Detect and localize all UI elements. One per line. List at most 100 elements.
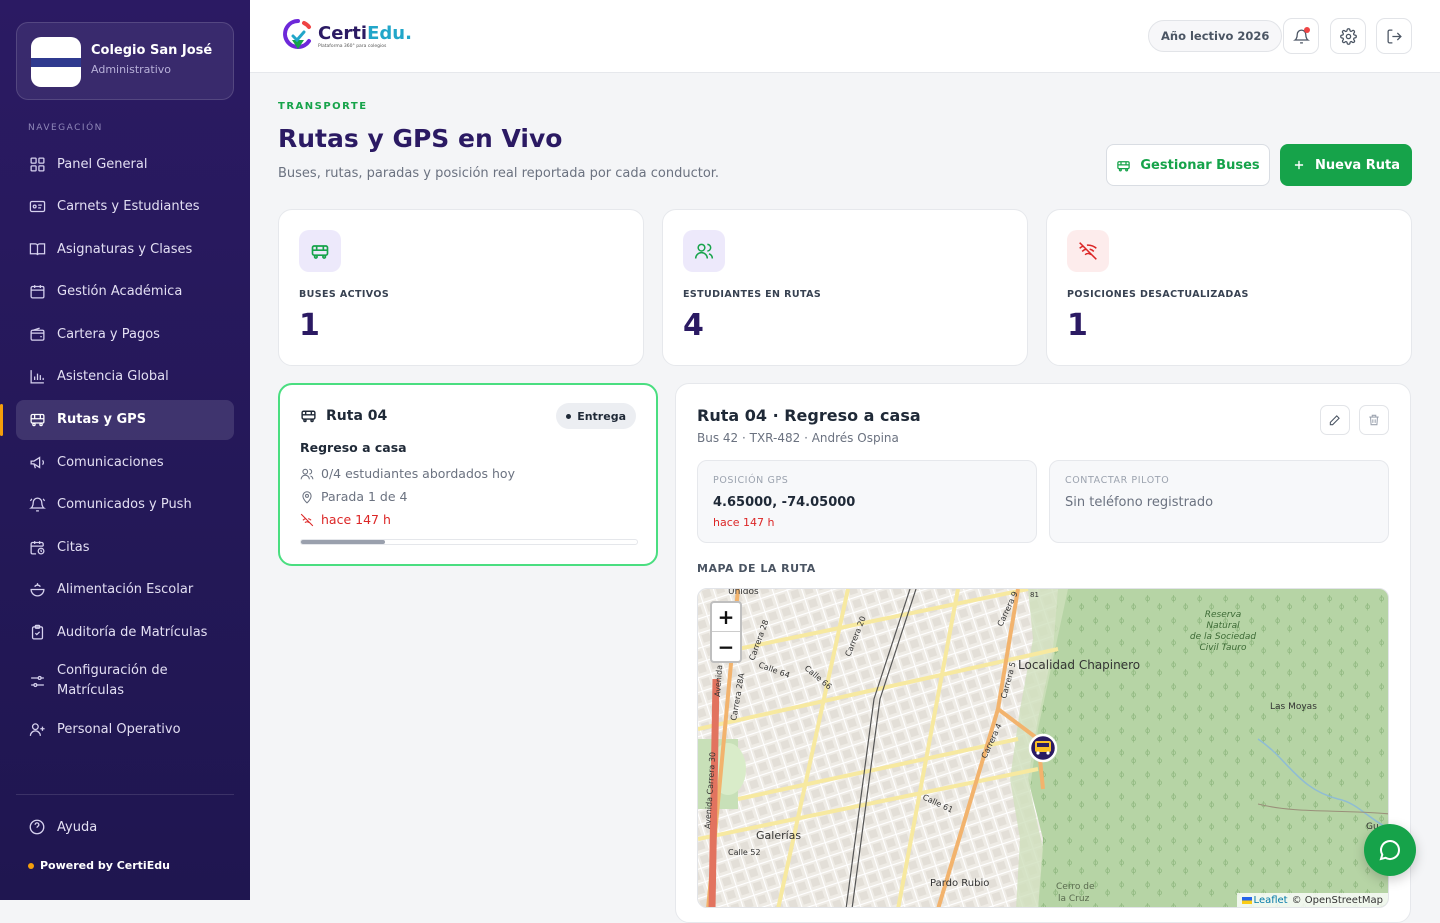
detail-subtitle: Bus 42 · TXR-482 · Andrés Ospina [697,431,899,445]
sidebar-item-label: Auditoría de Matrículas [57,625,208,641]
chat-bubble-icon [1379,840,1401,861]
map-label-reserva-4: Civil Tauro [1200,643,1247,653]
map-pin-icon [302,490,312,504]
sidebar-item-auditoria[interactable]: Auditoría de Matrículas [16,613,234,653]
notifications-button[interactable] [1283,18,1319,54]
brand-logo[interactable]: CertiEdu. Plataforma 360° para colegios [282,18,412,54]
school-switcher[interactable]: Colegio San José Administrativo [16,22,234,100]
sidebar-item-label: Citas [57,539,90,555]
stat-label: BUSES ACTIVOS [299,289,390,300]
school-year-selector[interactable]: Año lectivo 2026 [1148,20,1283,52]
map-heading: MAPA DE LA RUTA [697,562,816,575]
sidebar-item-label: Cartera y Pagos [57,326,160,342]
zoom-in-button[interactable]: + [712,603,740,632]
trash-icon [1369,414,1379,426]
route-progress-fill [301,540,385,544]
route-map[interactable]: ϕ ϕ [697,588,1389,908]
sidebar-item-label: Gestión Académica [57,284,183,300]
user-plus-icon [28,721,46,739]
sidebar-item-cartera[interactable]: Cartera y Pagos [16,314,234,354]
gps-position-box: POSICIÓN GPS 4.65000, -74.05000 hace 147… [697,460,1037,543]
map-label-chapinero: Localidad Chapinero [1018,658,1140,672]
new-route-button[interactable]: Nueva Ruta [1280,144,1412,186]
stat-label: ESTUDIANTES EN RUTAS [683,289,822,300]
brand-name-main: Certi [318,22,368,44]
grid-icon [28,155,46,173]
chat-button[interactable] [1364,824,1416,876]
map-attribution: Leaflet © OpenStreetMap [1236,893,1388,907]
route-card-selected[interactable]: Ruta 04 Entrega Regreso a casa 0/4 estud… [278,383,658,566]
map-zoom-control: + − [710,601,742,663]
status-dot [28,862,34,869]
topbar: CertiEdu. Plataforma 360° para colegios … [250,0,1440,73]
sidebar-item-rutas-gps[interactable]: Rutas y GPS [0,399,234,440]
wallet-icon [28,325,46,343]
sidebar-item-asistencia[interactable]: Asistencia Global [16,357,234,397]
notification-dot [1304,27,1310,33]
contact-value: Sin teléfono registrado [1065,495,1214,510]
route-type-badge: Entrega [556,403,636,429]
sidebar-item-comunicados-push[interactable]: Comunicados y Push [16,485,234,525]
route-type-label: Entrega [577,409,626,423]
route-students-label: 0/4 estudiantes abordados hoy [321,466,515,481]
manage-buses-button[interactable]: Gestionar Buses [1106,144,1270,186]
map-label-reserva-1: Reserva [1205,610,1242,620]
sidebar-item-personal[interactable]: Personal Operativo [16,710,234,750]
sidebar-item-label: Asignaturas y Clases [57,241,193,257]
route-progress-bar [300,539,638,545]
sidebar-item-configuracion[interactable]: Configuración de Matrículas [16,655,234,707]
stat-value: 1 [299,308,320,343]
contact-driver-box: CONTACTAR PILOTO Sin teléfono registrado [1049,460,1389,543]
stat-value: 1 [1067,308,1088,343]
sidebar-divider [16,794,234,795]
settings-button[interactable] [1330,18,1366,54]
megaphone-icon [28,453,46,471]
sidebar-item-asignaturas[interactable]: Asignaturas y Clases [16,229,234,269]
manage-buses-label: Gestionar Buses [1140,157,1260,173]
sidebar-item-label: Rutas y GPS [57,412,147,428]
nav-heading: NAVEGACIÓN [28,123,103,133]
sidebar-item-label: Panel General [57,156,148,172]
map-label-reserva-2: Natural [1206,621,1240,631]
powered-by: Powered by CertiEdu [28,859,170,872]
map-label-pardo-rubio: Pardo Rubio [930,878,989,889]
powered-label: Powered by CertiEdu [40,859,170,872]
gps-time: hace 147 h [713,516,775,529]
stat-label: POSICIONES DESACTUALIZADAS [1067,289,1249,300]
logo-mark-icon [283,19,311,49]
users-icon [683,230,725,272]
map-label-las-moyas: Las Moyas [1270,702,1317,712]
new-route-label: Nueva Ruta [1315,157,1400,173]
sidebar-item-gestion-academica[interactable]: Gestión Académica [16,272,234,312]
logout-button[interactable] [1376,18,1412,54]
help-link[interactable]: Ayuda [28,818,97,836]
delete-route-button[interactable] [1359,405,1389,435]
leaflet-link[interactable]: Leaflet [1254,895,1288,906]
edit-route-button[interactable] [1320,405,1350,435]
route-detail-panel: Ruta 04 · Regreso a casa Bus 42 · TXR-48… [675,383,1411,923]
bus-location-marker[interactable] [1028,733,1058,763]
school-name: Colegio San José [91,43,213,58]
clipboard-check-icon [28,624,46,642]
sidebar-item-carnets[interactable]: Carnets y Estudiantes [16,187,234,227]
stat-value: 4 [683,308,704,343]
bus-icon [301,410,316,423]
route-stop-label: Parada 1 de 4 [321,489,408,504]
sidebar-item-label: Comunicaciones [57,454,164,470]
sidebar-item-panel-general[interactable]: Panel General [16,144,234,184]
route-name: Ruta 04 [300,407,387,424]
sidebar-item-label: Configuración de Matrículas [57,663,168,699]
sidebar-item-citas[interactable]: Citas [16,527,234,567]
sidebar-item-label: Carnets y Estudiantes [57,199,200,215]
osm-attribution[interactable]: © OpenStreetMap [1292,895,1383,906]
sidebar-item-label: Alimentación Escolar [57,582,194,598]
sidebar-item-comunicaciones[interactable]: Comunicaciones [16,442,234,482]
page-subtitle: Buses, rutas, paradas y posición real re… [278,166,720,181]
zoom-out-button[interactable]: − [712,632,740,661]
school-role: Administrativo [91,63,172,76]
route-last-update: hace 147 h [300,512,391,527]
route-description: Regreso a casa [300,440,407,455]
gps-value: 4.65000, -74.05000 [713,495,856,510]
gear-icon [1339,27,1357,45]
sidebar-item-alimentacion[interactable]: Alimentación Escolar [16,570,234,610]
